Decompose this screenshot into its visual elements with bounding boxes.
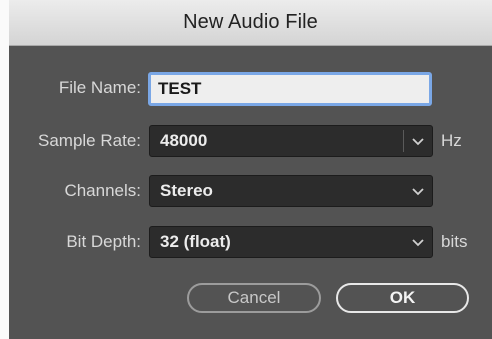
sample-rate-unit: Hz: [441, 131, 462, 150]
bit-depth-select[interactable]: 32 (float): [149, 226, 433, 258]
chevron-down-icon[interactable]: [409, 131, 427, 151]
cancel-button[interactable]: Cancel: [187, 283, 321, 313]
chevron-down-icon[interactable]: [409, 232, 427, 252]
sample-rate-select[interactable]: 48000: [149, 125, 433, 157]
new-audio-file-dialog: New Audio File File Name: TEST Sample Ra…: [9, 0, 492, 339]
sample-rate-label: Sample Rate:: [38, 131, 141, 150]
select-divider: [403, 130, 404, 152]
dialog-titlebar[interactable]: New Audio File: [9, 0, 492, 46]
screen: New Audio File File Name: TEST Sample Ra…: [0, 0, 492, 339]
chevron-down-icon[interactable]: [409, 181, 427, 201]
channels-select[interactable]: Stereo: [149, 175, 433, 207]
file-name-label: File Name:: [58, 78, 141, 97]
bit-depth-label: Bit Depth:: [66, 232, 141, 251]
bit-depth-unit: bits: [441, 232, 468, 251]
sample-rate-value: 48000: [160, 131, 208, 150]
file-name-input[interactable]: TEST: [148, 72, 432, 106]
channels-value: Stereo: [160, 181, 213, 200]
bit-depth-value: 32 (float): [160, 232, 231, 251]
dialog-title: New Audio File: [183, 11, 318, 33]
ok-button[interactable]: OK: [336, 283, 469, 313]
channels-label: Channels:: [64, 181, 141, 200]
